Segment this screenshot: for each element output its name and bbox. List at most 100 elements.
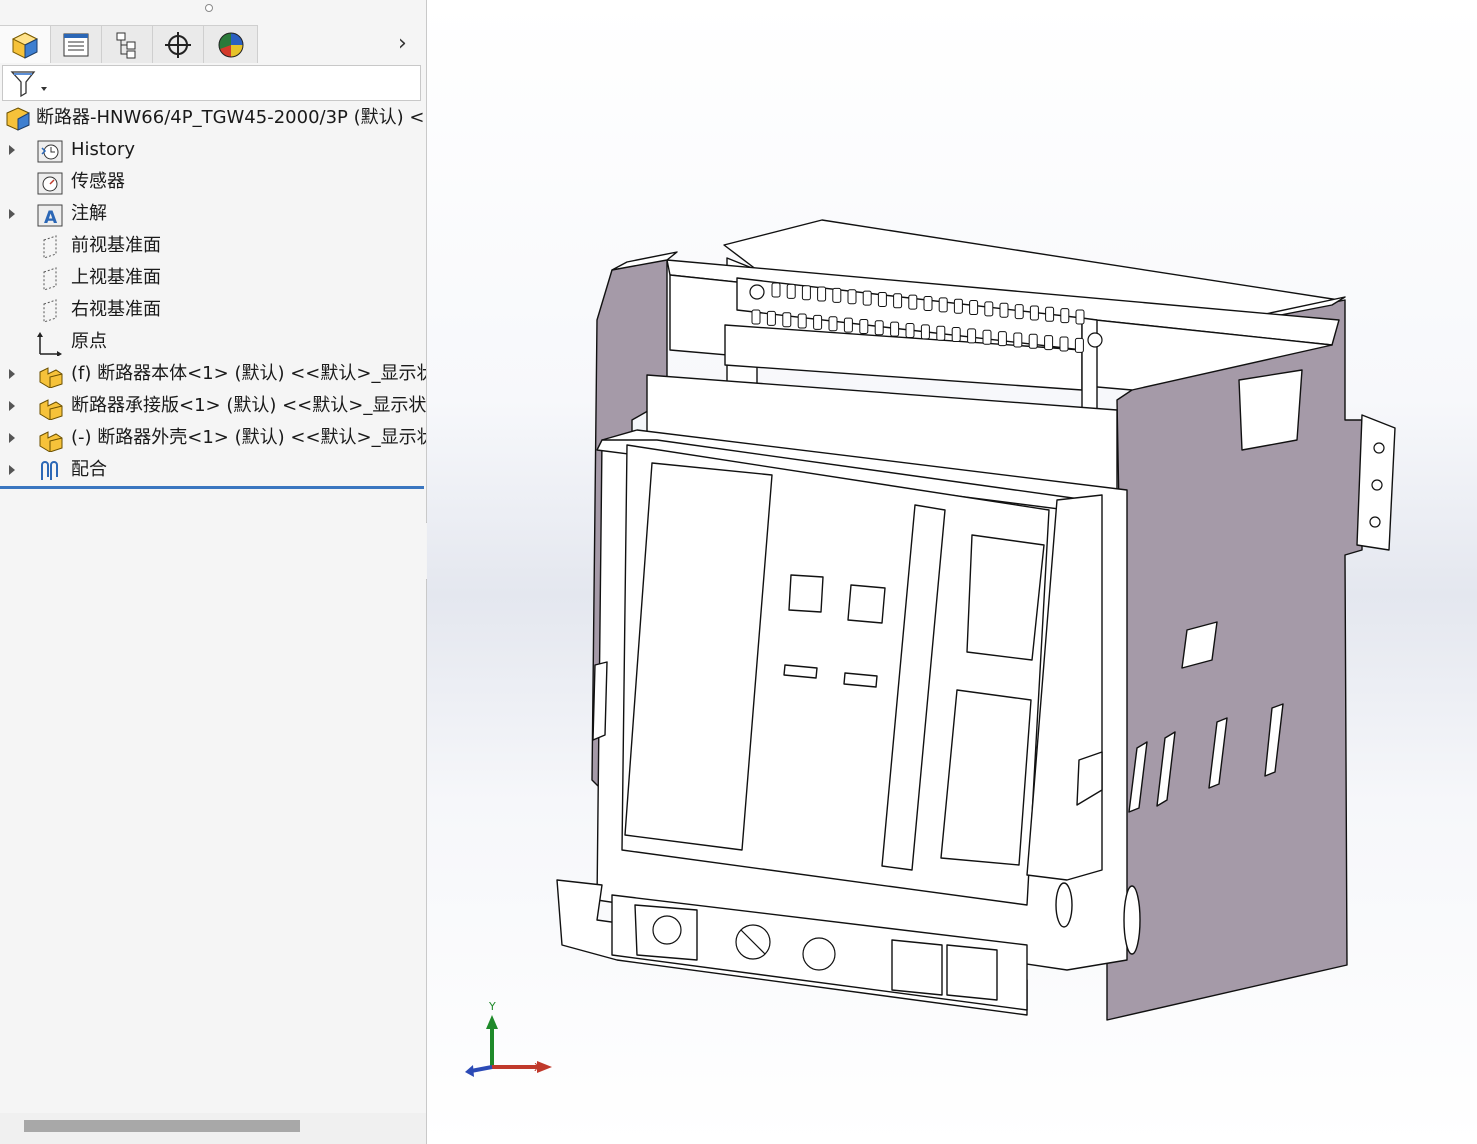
terminal-tooth: [817, 286, 827, 302]
assembly-icon: [6, 107, 30, 131]
sensor-icon: [37, 172, 63, 195]
tree-item-origin[interactable]: 原点: [0, 326, 426, 358]
terminal-tooth: [982, 329, 992, 345]
terminal-tooth: [1028, 333, 1038, 349]
tree-item-label: 传感器: [71, 171, 125, 192]
tree-item-label: (f) 断路器本体<1> (默认) <<默认>_显示状态: [71, 363, 427, 384]
tree-item-breaker-carrier[interactable]: 断路器承接版<1> (默认) <<默认>_显示状态: [0, 390, 426, 422]
terminal-tooth: [938, 297, 948, 313]
terminal-tooth: [1059, 336, 1069, 352]
plane-icon: [43, 267, 57, 291]
tree-item-annotations[interactable]: A 注解: [0, 198, 426, 230]
subassembly-icon: [39, 431, 63, 452]
terminal-tooth: [999, 302, 1009, 318]
terminal-tooth: [862, 290, 872, 306]
mates-icon: [41, 461, 58, 480]
terminal-tooth: [813, 314, 823, 330]
expand-arrow-icon[interactable]: [9, 465, 15, 475]
x-axis-label: X: [534, 1061, 542, 1074]
tree-item-sensors[interactable]: 传感器: [0, 166, 426, 198]
tab-dimxpert-manager[interactable]: [153, 25, 204, 63]
tab-configuration-manager[interactable]: [102, 25, 153, 63]
configuration-manager-icon: [116, 32, 136, 58]
graphics-viewport[interactable]: Y X: [427, 0, 1477, 1144]
breaker-3d-model[interactable]: [427, 0, 1477, 1144]
terminal-tooth: [953, 298, 963, 314]
manager-tabs: ›: [0, 25, 426, 65]
tree-item-history[interactable]: History: [0, 134, 426, 166]
terminal-tooth: [1013, 332, 1023, 348]
terminal-tooth: [751, 309, 761, 325]
display-manager-icon: [218, 32, 243, 57]
horizontal-scrollbar-thumb[interactable]: [24, 1120, 300, 1132]
expand-arrow-icon[interactable]: [9, 145, 15, 155]
terminal-tooth: [801, 285, 811, 301]
plane-icon: [43, 235, 57, 259]
terminal-tooth: [893, 293, 903, 309]
right-side-plate: [1106, 299, 1363, 1021]
terminal-tooth: [771, 282, 781, 298]
tree-item-label: History: [71, 139, 136, 160]
terminal-tooth: [969, 300, 979, 316]
tree-root-assembly[interactable]: 断路器-HNW66/4P_TGW45-2000/3P (默认) <: [0, 102, 426, 134]
feature-manager-panel: › 断路器-HNW66/4P_TGW45-2000/3P (默认) < Hist…: [0, 0, 427, 1144]
feature-manager-icon: [11, 31, 39, 59]
tab-property-manager[interactable]: [51, 25, 102, 63]
svg-text:A: A: [44, 208, 58, 228]
terminal-tooth: [936, 325, 946, 341]
plane-icon: [43, 299, 57, 323]
terminal-tooth: [828, 316, 838, 332]
y-axis-label: Y: [488, 1000, 496, 1013]
tree-item-front-plane[interactable]: 前视基准面: [0, 230, 426, 262]
terminal-tooth: [843, 317, 853, 333]
terminal-tooth: [877, 291, 887, 307]
filter-icon[interactable]: [9, 69, 47, 99]
expand-arrow-icon[interactable]: [9, 433, 15, 443]
terminal-tooth: [766, 310, 776, 326]
expand-arrow-icon[interactable]: [9, 401, 15, 411]
tree-item-label: 配合: [71, 459, 107, 480]
terminal-tooth: [1014, 304, 1024, 320]
terminal-tooth: [923, 296, 933, 311]
property-manager-icon: [63, 33, 89, 56]
tab-display-manager[interactable]: [204, 25, 258, 63]
annotation-icon: A: [37, 204, 63, 228]
tree-item-top-plane[interactable]: 上视基准面: [0, 262, 426, 294]
terminal-tooth: [920, 324, 930, 340]
tree-item-label: 原点: [71, 331, 107, 352]
panel-resize-grip[interactable]: [205, 4, 213, 12]
z-axis: [470, 1065, 493, 1073]
terminal-tooth: [847, 289, 857, 305]
terminal-tooth: [984, 301, 994, 317]
terminal-tooth: [859, 318, 869, 334]
tabs-scroll-right-icon[interactable]: ›: [398, 33, 418, 55]
dimxpert-icon: [165, 31, 191, 58]
expand-arrow-icon[interactable]: [9, 209, 15, 219]
terminal-tooth: [1075, 309, 1085, 325]
tree-item-breaker-shell[interactable]: (-) 断路器外壳<1> (默认) <<默认>_显示状态: [0, 422, 426, 454]
subassembly-icon: [39, 399, 63, 420]
terminal-tooth: [832, 287, 842, 303]
tree-item-label: 注解: [71, 203, 107, 224]
tree-root-label: 断路器-HNW66/4P_TGW45-2000/3P (默认) <: [36, 107, 425, 128]
expand-arrow-icon[interactable]: [9, 369, 15, 379]
terminal-tooth: [905, 323, 915, 338]
tree-filter[interactable]: [2, 65, 421, 101]
terminal-tooth: [908, 294, 918, 310]
tree-item-breaker-body[interactable]: (f) 断路器本体<1> (默认) <<默认>_显示状态: [0, 358, 426, 390]
terminal-tooth: [951, 327, 961, 343]
subassembly-icon: [39, 367, 63, 388]
terminal-tooth: [1029, 305, 1039, 321]
history-icon: [37, 140, 63, 163]
terminal-tooth: [890, 321, 900, 337]
tree-item-right-plane[interactable]: 右视基准面: [0, 294, 426, 326]
terminal-tooth: [1044, 335, 1054, 351]
tab-feature-manager[interactable]: [0, 25, 51, 63]
terminal-tooth: [997, 331, 1007, 347]
tree-item-mates[interactable]: 配合: [0, 454, 426, 486]
rollback-bar[interactable]: [0, 486, 424, 489]
terminal-tooth: [1074, 337, 1084, 353]
terminal-tooth: [782, 312, 792, 328]
origin-icon: [37, 332, 62, 356]
tree-item-label: 上视基准面: [71, 267, 161, 288]
